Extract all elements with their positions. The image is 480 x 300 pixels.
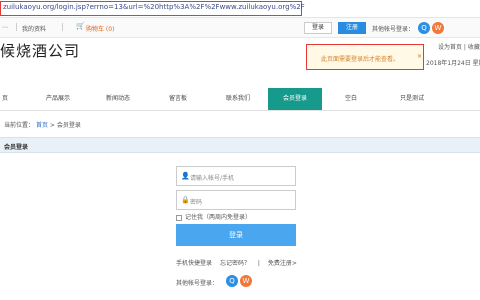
nav-divider: [0, 110, 480, 111]
qq-icon[interactable]: Q: [226, 275, 238, 287]
header-date: 2018年1月24日 星期: [426, 60, 480, 67]
nav-item-contact[interactable]: 联系我们: [218, 88, 258, 110]
forgot-password-link[interactable]: 忘记密码？: [220, 260, 250, 267]
header-right-links[interactable]: 设为首页 | 收藏: [438, 42, 480, 51]
account-field[interactable]: 👤 请输入帐号/手机: [176, 166, 296, 186]
nav-item-home[interactable]: 页: [0, 88, 10, 110]
register-button[interactable]: 注册: [338, 22, 366, 34]
breadcrumb-label: 当前位置：: [4, 122, 35, 129]
breadcrumb-home[interactable]: 首页: [36, 122, 48, 129]
breadcrumb: 当前位置： 首页 > 会员登录: [4, 120, 81, 129]
breadcrumb-current: 会员登录: [56, 122, 81, 129]
browser-url-bar[interactable]: zuilukaoyu.org/login.jsp?errno=13&url=%2…: [0, 0, 480, 18]
cart-icon[interactable]: 🛒: [76, 23, 85, 30]
top-bar: ⋯ 我的资料 🛒 购物车 (0) 登录 注册 其他帐号登录： Q W: [0, 18, 480, 38]
password-field[interactable]: 🔒 密码: [176, 190, 296, 210]
remember-checkbox[interactable]: [176, 214, 182, 221]
site-title: 候烧酒公司: [0, 42, 81, 60]
weibo-icon[interactable]: W: [240, 275, 252, 287]
nav-item-products[interactable]: 产品展示: [38, 88, 78, 110]
alert-message: 此页面需要登录后才能查看。: [321, 56, 400, 63]
nav-item-test[interactable]: 只是测试: [392, 88, 432, 110]
other-login-label: 其他帐号登录：: [372, 26, 415, 33]
form-other-login-label: 其他帐号登录：: [176, 280, 219, 287]
nav-item-guestbook[interactable]: 留言板: [158, 88, 198, 110]
account-placeholder: 请输入帐号/手机: [190, 175, 235, 182]
login-required-alert: 此页面需要登录后才能查看。 ×: [306, 44, 424, 70]
lock-icon: 🔒: [181, 196, 190, 204]
top-bar-icon-text: ⋯: [2, 24, 8, 31]
remember-me[interactable]: 记住我（两周内免登录）: [176, 212, 251, 221]
password-placeholder: 密码: [190, 199, 203, 206]
url-text[interactable]: zuilukaoyu.org/login.jsp?errno=13&url=%2…: [3, 3, 305, 11]
nav-item-blank[interactable]: 空白: [336, 88, 366, 110]
main-nav: 页 产品展示 新闻动态 留言板 联系我们 会员登录 空白 只是测试: [0, 88, 480, 110]
auxiliary-links: 手机快捷登录 忘记密码？ | 免费注册>: [176, 258, 303, 267]
alert-close-icon[interactable]: ×: [417, 53, 422, 60]
free-register-link[interactable]: 免费注册>: [268, 260, 297, 267]
login-button[interactable]: 登录: [304, 22, 332, 34]
weibo-icon[interactable]: W: [432, 22, 444, 34]
divider: [62, 23, 63, 31]
phone-login-link[interactable]: 手机快捷登录: [176, 260, 212, 267]
my-info-link[interactable]: 我的资料: [22, 24, 46, 33]
submit-login-button[interactable]: 登录: [176, 224, 296, 246]
divider: [16, 23, 17, 31]
nav-item-member-login[interactable]: 会员登录: [268, 88, 322, 110]
cart-link[interactable]: 购物车 (0): [86, 24, 114, 33]
remember-label: 记住我（两周内免登录）: [185, 214, 252, 221]
qq-icon[interactable]: Q: [418, 22, 430, 34]
link-separator: |: [257, 260, 260, 267]
user-icon: 👤: [181, 172, 190, 180]
section-title: 会员登录: [4, 144, 29, 151]
breadcrumb-separator: >: [49, 122, 55, 129]
nav-item-news[interactable]: 新闻动态: [98, 88, 138, 110]
section-header: 会员登录: [0, 137, 480, 153]
